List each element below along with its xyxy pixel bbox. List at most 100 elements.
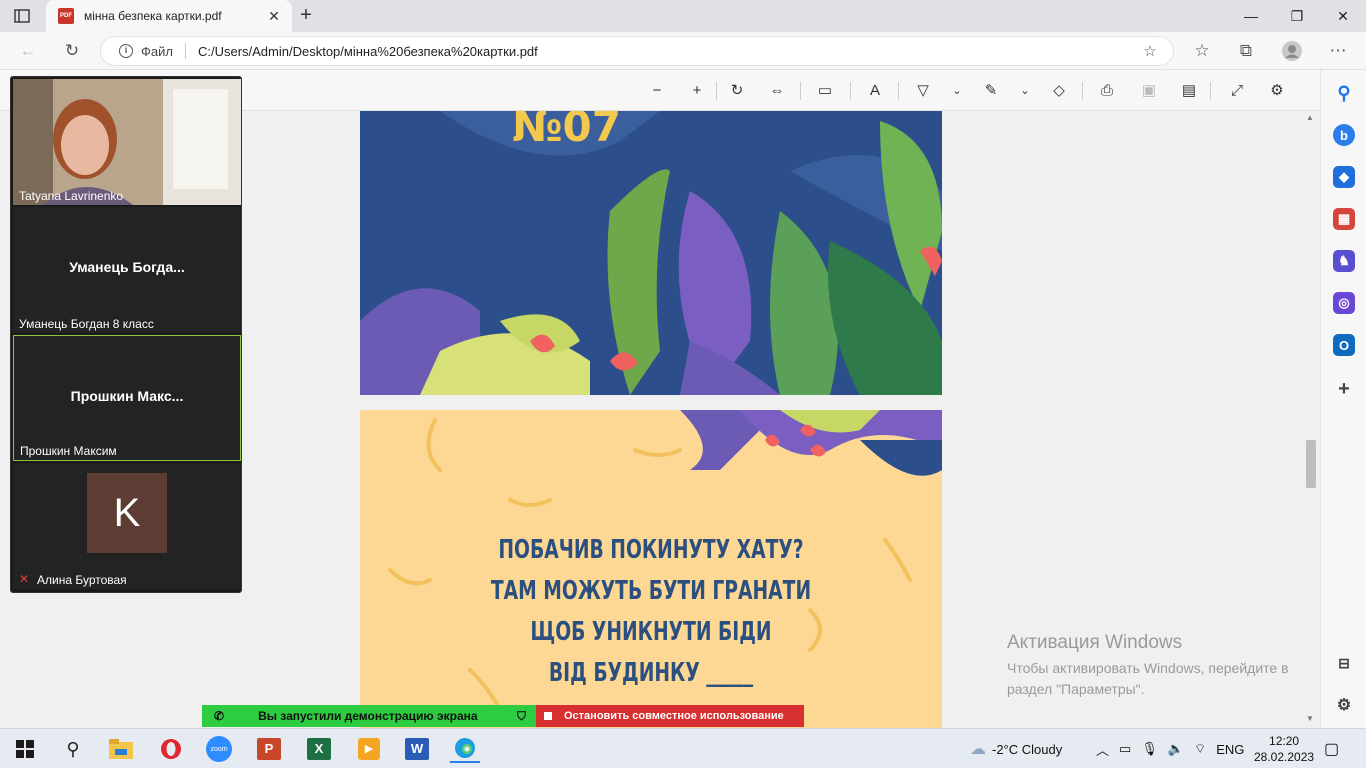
tray-icons: ︿ ▭ 🎙 🔈 ⌔ ENG: [1096, 729, 1254, 768]
eraser-icon[interactable]: ◇: [1048, 80, 1070, 102]
battery-icon[interactable]: ▭: [1119, 741, 1131, 757]
pdf-settings-icon[interactable]: ⚙: [1266, 80, 1288, 102]
address-url[interactable]: C:/Users/Admin/Desktop/мінна%20безпека%2…: [198, 44, 1139, 59]
office-icon[interactable]: ◎: [1333, 292, 1355, 314]
participant-name: Уманець Богдан 8 класс: [19, 317, 154, 331]
address-bar[interactable]: i Файл C:/Users/Admin/Desktop/мінна%20бе…: [100, 36, 1174, 66]
fit-page-icon[interactable]: ⇔: [766, 80, 788, 102]
share-status[interactable]: ✆ Вы запустили демонстрацию экрана ⛉: [202, 705, 536, 727]
zoom-in-icon[interactable]: +: [686, 80, 708, 102]
excel-icon[interactable]: X: [304, 735, 334, 763]
participant-tile-active[interactable]: Прошкин Макс... Прошкин Максим: [13, 335, 241, 461]
media-player-icon[interactable]: ▶: [354, 735, 384, 763]
chevron-down-icon[interactable]: ⌄: [946, 80, 968, 102]
refresh-button[interactable]: ↻: [60, 40, 84, 62]
back-button[interactable]: ←: [16, 40, 40, 62]
search-icon[interactable]: ⚲: [1333, 82, 1355, 104]
card-line: ВІД БУДИНКУ _____: [548, 658, 754, 688]
browser-tab[interactable]: PDF мінна безпека картки.pdf ✕: [46, 0, 292, 32]
zoom-app-icon[interactable]: zoom: [204, 735, 234, 763]
toolbar-divider: [716, 82, 717, 100]
save-icon[interactable]: ▣: [1138, 80, 1160, 102]
activation-line: Чтобы активировать Windows, перейдите в: [1007, 660, 1289, 676]
participant-avatar: K: [87, 473, 167, 553]
participant-name: Tatyana Lavrinenko: [19, 189, 124, 203]
rotate-icon[interactable]: ↻: [726, 80, 748, 102]
stop-icon: [544, 712, 552, 720]
powerpoint-icon[interactable]: P: [254, 735, 284, 763]
page1-heading: №07: [512, 111, 621, 151]
bing-icon[interactable]: b: [1333, 124, 1355, 146]
tools-icon[interactable]: ▦: [1333, 208, 1355, 230]
tab-actions-icon[interactable]: [10, 6, 34, 26]
outlook-icon[interactable]: O: [1333, 334, 1355, 356]
games-icon[interactable]: ♞: [1333, 250, 1355, 272]
save-as-icon[interactable]: ▤: [1178, 80, 1200, 102]
zoom-out-icon[interactable]: −: [646, 80, 668, 102]
shopping-icon[interactable]: ◆: [1333, 166, 1355, 188]
share-status-text: Вы запустили демонстрацию экрана: [258, 709, 478, 723]
pdf-file-icon: PDF: [58, 8, 74, 24]
toolbar-divider: [850, 82, 851, 100]
pdf-scrollbar[interactable]: ▲ ▼: [1302, 111, 1318, 728]
read-aloud-icon[interactable]: A: [864, 80, 886, 102]
word-icon[interactable]: W: [402, 735, 432, 763]
restore-button[interactable]: ❐: [1274, 0, 1320, 32]
volume-icon[interactable]: 🔈: [1168, 741, 1184, 757]
browser-tab-strip: PDF мінна безпека картки.pdf ✕ + — ❐ ✕: [0, 0, 1366, 32]
toolbar-divider: [1082, 82, 1083, 100]
opera-icon[interactable]: [156, 735, 186, 763]
info-icon[interactable]: i: [119, 44, 133, 58]
participant-display-name: Уманець Богда...: [69, 259, 185, 275]
activation-title: Активация Windows: [1007, 632, 1183, 653]
wifi-icon[interactable]: ⌔: [1194, 741, 1206, 757]
scroll-up-icon[interactable]: ▲: [1306, 113, 1314, 122]
print-icon[interactable]: ⎙: [1096, 80, 1118, 102]
sidebar-settings-icon[interactable]: ⚙: [1333, 694, 1355, 716]
file-explorer-icon[interactable]: [106, 735, 136, 763]
pdf-page-2: ПОБАЧИВ ПОКИНУТУ ХАТУ? ТАМ МОЖУТЬ БУТИ Г…: [360, 410, 942, 728]
microphone-icon[interactable]: 🎙: [1141, 741, 1158, 757]
profile-avatar[interactable]: [1280, 40, 1304, 62]
chevron-down-icon[interactable]: ⌄: [1014, 80, 1036, 102]
scroll-thumb[interactable]: [1306, 439, 1316, 488]
muted-mic-icon: ✕: [19, 572, 30, 586]
stop-share-button[interactable]: Остановить совместное использование: [536, 705, 804, 727]
minimize-button[interactable]: —: [1228, 0, 1274, 32]
close-window-button[interactable]: ✕: [1320, 0, 1366, 32]
weather-text: -2°C Cloudy: [992, 741, 1063, 757]
edge-icon[interactable]: [450, 735, 480, 763]
new-tab-button[interactable]: +: [294, 4, 318, 28]
participant-tile[interactable]: Уманець Богда... Уманець Богдан 8 класс: [13, 207, 241, 333]
phone-icon: ✆: [214, 709, 225, 723]
participant-tile[interactable]: Tatyana Lavrinenko: [13, 79, 241, 205]
scroll-down-icon[interactable]: ▼: [1306, 714, 1314, 723]
favorites-icon[interactable]: ☆: [1190, 40, 1214, 62]
tab-title: мінна безпека картки.pdf: [84, 9, 222, 23]
add-icon[interactable]: +: [1333, 378, 1355, 400]
add-favorite-icon[interactable]: ☆: [1139, 42, 1161, 60]
search-icon[interactable]: ⚲: [58, 735, 88, 763]
clock-time: 12:20: [1269, 734, 1300, 748]
foliage-illustration: №07: [360, 111, 942, 395]
tab-close-icon[interactable]: ✕: [264, 8, 284, 25]
draw-icon[interactable]: ✎: [980, 80, 1002, 102]
fullscreen-icon[interactable]: ⤢: [1226, 80, 1248, 102]
toolbar-divider: [800, 82, 801, 100]
collections-icon[interactable]: ⧉: [1234, 40, 1258, 62]
navigation-bar: ← ↻ i Файл C:/Users/Admin/Desktop/мінна%…: [0, 32, 1366, 70]
page-view-icon[interactable]: ▭: [814, 80, 836, 102]
settings-more-icon[interactable]: ⋯: [1326, 40, 1350, 62]
address-scheme: Файл: [141, 43, 173, 59]
hide-sidebar-icon[interactable]: ⊟: [1333, 652, 1355, 674]
highlight-icon[interactable]: ▽: [912, 80, 934, 102]
chevron-up-icon[interactable]: ︿: [1096, 740, 1109, 759]
clock[interactable]: 12:20 28.02.2023: [1254, 729, 1314, 768]
notification-icon[interactable]: ▢: [1324, 729, 1339, 768]
shield-icon: ⛉: [516, 708, 526, 723]
start-button[interactable]: [10, 735, 40, 763]
language-indicator[interactable]: ENG: [1216, 742, 1244, 757]
weather-widget[interactable]: ☁ -2°C Cloudy: [970, 729, 1062, 768]
participant-tile[interactable]: K Алина Буртовая ✕: [13, 463, 241, 589]
participant-video: [13, 79, 241, 205]
